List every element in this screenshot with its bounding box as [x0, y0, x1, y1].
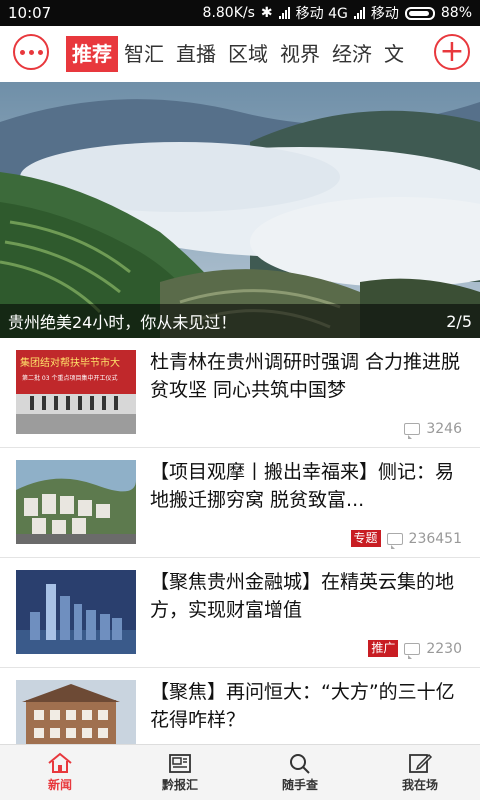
banner-caption: 贵州绝美24小时，你从未见过！: [8, 313, 237, 332]
home-icon: [48, 752, 72, 773]
tab-culture[interactable]: 文: [378, 36, 410, 72]
plus-icon: +: [439, 34, 465, 69]
battery-icon: [404, 6, 435, 20]
tab-live[interactable]: 直播: [170, 36, 222, 72]
comment-count: 236451: [408, 530, 462, 547]
promo-badge: 推广: [368, 640, 399, 657]
bottom-nav-onsite[interactable]: 我在场: [360, 745, 480, 800]
news-thumbnail: [16, 460, 136, 544]
comment-count: 2230: [426, 640, 462, 657]
bottom-nav-search[interactable]: 随手查: [240, 745, 360, 800]
news-title[interactable]: 【项目观摩丨搬出幸福来】侧记：易地搬迁挪穷窝 脱贫致富...: [150, 458, 468, 514]
add-channel-button[interactable]: +: [434, 34, 470, 70]
bottom-nav-newspaper[interactable]: 黔报汇: [120, 745, 240, 800]
more-dots-icon: [19, 49, 43, 55]
banner-carousel[interactable]: 贵州绝美24小时，你从未见过！ 2/5: [0, 82, 480, 338]
top-nav: 推荐 智汇 直播 区域 视界 经济 文 +: [0, 26, 480, 82]
tab-economy[interactable]: 经济: [326, 36, 378, 72]
bottom-nav-label: 我在场: [401, 778, 438, 792]
bottom-nav-label: 黔报汇: [161, 778, 198, 792]
list-item[interactable]: 【项目观摩丨搬出幸福来】侧记：易地搬迁挪穷窝 脱贫致富... 专题 236451: [0, 448, 480, 558]
edit-icon: [409, 753, 433, 773]
news-thumbnail: [16, 680, 136, 744]
news-list: 集团结对帮扶毕节市大 第二批 03 个重点项目集中开工仪式 杜青林在贵州调研时强…: [0, 338, 480, 744]
tab-vision[interactable]: 视界: [274, 36, 326, 72]
status-time: 10:07: [8, 4, 52, 22]
thumb-banner-subtext: 第二批 03 个重点项目集中开工仪式: [22, 374, 117, 382]
news-meta: 推广 2230: [368, 640, 462, 659]
news-title[interactable]: 杜青林在贵州调研时强调 合力推进脱贫攻坚 同心共筑中国梦: [150, 348, 468, 404]
comment-icon: [386, 532, 403, 549]
news-meta: 专题 236451: [350, 530, 462, 549]
list-item[interactable]: 集团结对帮扶毕节市大 第二批 03 个重点项目集中开工仪式 杜青林在贵州调研时强…: [0, 338, 480, 448]
bottom-nav-news[interactable]: 新闻: [0, 745, 120, 800]
banner-caption-bar: 贵州绝美24小时，你从未见过！ 2/5: [0, 304, 480, 338]
network-speed: 8.80K/s: [202, 5, 255, 21]
comment-count: 3246: [426, 421, 462, 437]
news-title[interactable]: 【聚焦贵州金融城】在精英云集的地方，实现财富增值: [150, 568, 468, 624]
list-item[interactable]: 【聚焦贵州金融城】在精英云集的地方，实现财富增值 推广 2230: [0, 558, 480, 668]
list-item[interactable]: 【聚焦】再问恒大：“大方”的三十亿花得咋样？: [0, 668, 480, 744]
search-icon: [290, 754, 310, 774]
news-thumbnail: 集团结对帮扶毕节市大 第二批 03 个重点项目集中开工仪式: [16, 350, 136, 434]
topic-badge: 专题: [350, 530, 381, 547]
more-menu-button[interactable]: [13, 34, 49, 70]
bluetooth-icon: ✱: [260, 5, 273, 21]
newspaper-icon: [169, 754, 191, 773]
news-title[interactable]: 【聚焦】再问恒大：“大方”的三十亿花得咋样？: [150, 678, 468, 734]
tab-region[interactable]: 区域: [222, 36, 274, 72]
comment-icon: [404, 423, 421, 439]
banner-pager: 2/5: [446, 311, 472, 331]
signal-icon: [278, 7, 290, 19]
thumb-banner-text: 集团结对帮扶毕节市大: [20, 356, 120, 369]
tab-recommend[interactable]: 推荐: [66, 36, 118, 72]
bottom-nav-label: 新闻: [47, 778, 72, 792]
carrier-2: 移动: [370, 6, 399, 22]
bottom-nav: 新闻 黔报汇 随手查 我在场: [0, 744, 480, 800]
status-bar: 10:07 8.80K/s ✱ 移动 4G 移动 88%: [0, 0, 480, 26]
carrier-1: 移动 4G: [295, 6, 348, 22]
signal-icon-2: [353, 7, 365, 19]
battery-percent: 88%: [440, 5, 472, 21]
bottom-nav-label: 随手查: [281, 778, 318, 792]
news-thumbnail: [16, 570, 136, 654]
channel-tabs: 推荐 智汇 直播 区域 视界 经济 文: [66, 35, 420, 73]
news-meta: 3246: [404, 421, 462, 439]
comment-icon: [404, 642, 421, 659]
tab-zhihui[interactable]: 智汇: [118, 36, 170, 72]
banner-image: [0, 82, 480, 338]
